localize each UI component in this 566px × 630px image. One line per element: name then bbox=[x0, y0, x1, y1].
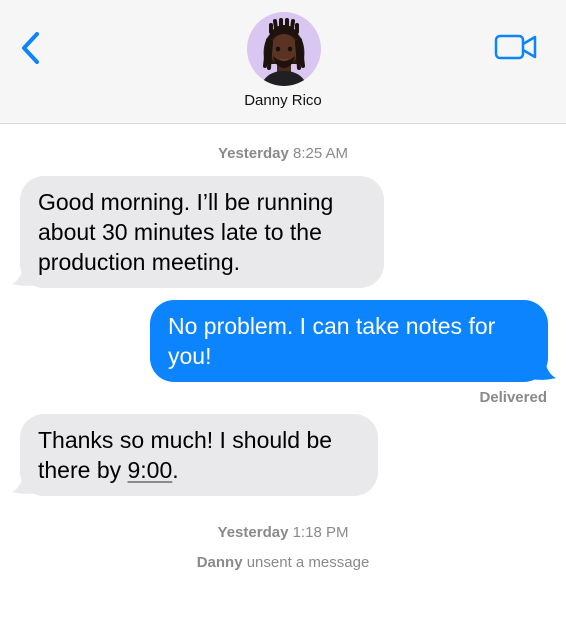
avatar[interactable] bbox=[247, 12, 321, 86]
incoming-message[interactable]: Good morning. I’ll be running about 30 m… bbox=[20, 176, 384, 288]
timestamp: Yesterday 8:25 AM bbox=[0, 145, 566, 162]
memoji-avatar-icon bbox=[261, 18, 307, 86]
unsent-text: unsent a message bbox=[246, 554, 370, 571]
delivery-status: Delivered bbox=[479, 389, 547, 406]
video-call-button[interactable] bbox=[494, 32, 538, 62]
incoming-message[interactable]: Thanks so much! I should be there by 9:0… bbox=[20, 414, 378, 496]
outgoing-message[interactable]: No problem. I can take notes for you! bbox=[150, 300, 548, 382]
video-camera-icon bbox=[494, 34, 537, 60]
chevron-left-icon bbox=[22, 32, 39, 64]
message-text: Thanks so much! I should be there by bbox=[38, 427, 333, 483]
back-button[interactable] bbox=[14, 28, 48, 68]
timestamp-day: Yesterday bbox=[217, 145, 289, 162]
message-text: No problem. I can take notes for you! bbox=[168, 313, 496, 369]
timestamp-time: 1:18 PM bbox=[292, 524, 349, 541]
conversation-header: Danny Rico bbox=[0, 0, 566, 124]
message-text-suffix: . bbox=[172, 457, 179, 483]
timestamp: Yesterday 1:18 PM bbox=[0, 524, 566, 541]
timestamp-time: 8:25 AM bbox=[293, 145, 349, 162]
contact-name[interactable]: Danny Rico bbox=[0, 92, 566, 109]
timestamp-day: Yesterday bbox=[217, 524, 289, 541]
message-text: Good morning. I’ll be running about 30 m… bbox=[38, 189, 334, 275]
unsent-sender: Danny bbox=[196, 554, 243, 571]
detected-time-link[interactable]: 9:00 bbox=[128, 457, 173, 483]
unsent-notice: Danny unsent a message bbox=[0, 554, 566, 571]
